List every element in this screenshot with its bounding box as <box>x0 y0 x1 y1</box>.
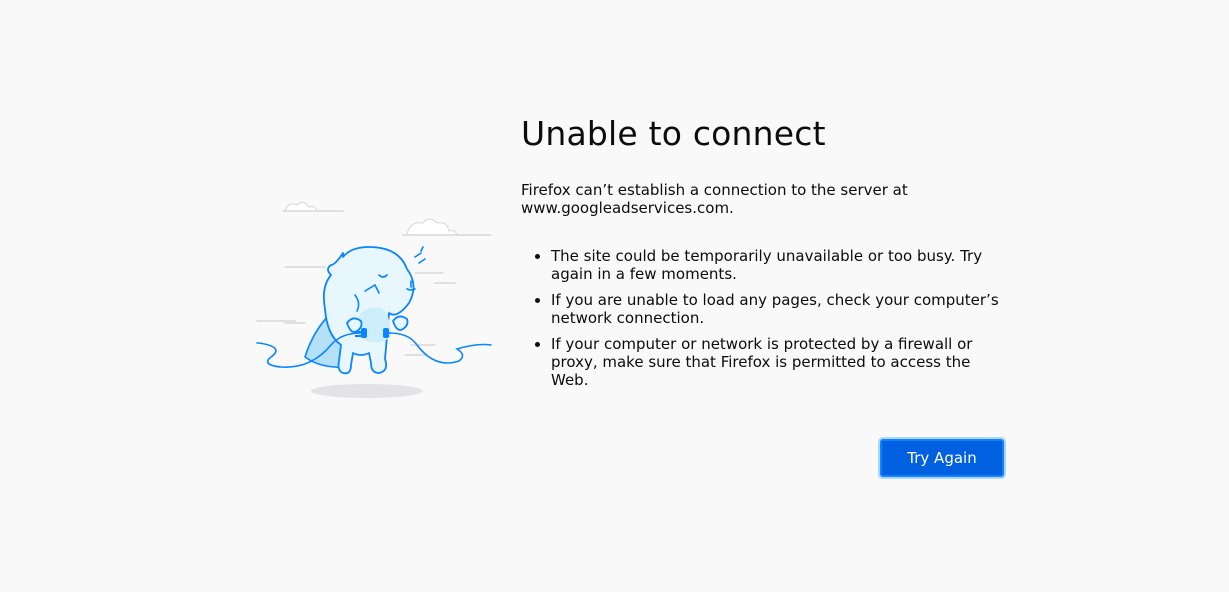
error-host: www.googleadservices.com. <box>521 199 734 217</box>
tips-list: The site could be temporarily unavailabl… <box>521 247 1003 389</box>
page-title: Unable to connect <box>521 114 826 153</box>
unplugged-dinosaur-illustration <box>256 201 492 398</box>
list-item: If you are unable to load any pages, che… <box>551 291 1003 327</box>
error-actions: Try Again <box>881 440 1003 476</box>
error-description: Firefox can’t establish a connection to … <box>521 181 1003 217</box>
list-item: The site could be temporarily unavailabl… <box>551 247 1003 283</box>
error-content: Unable to connect Firefox can’t establis… <box>521 112 1003 397</box>
cloud-icon <box>284 201 458 236</box>
error-description-text: Firefox can’t establish a connection to … <box>521 181 908 199</box>
list-item: If your computer or network is protected… <box>551 335 1003 389</box>
error-page: Unable to connect Firefox can’t establis… <box>0 0 1229 592</box>
try-again-button[interactable]: Try Again <box>881 440 1003 476</box>
